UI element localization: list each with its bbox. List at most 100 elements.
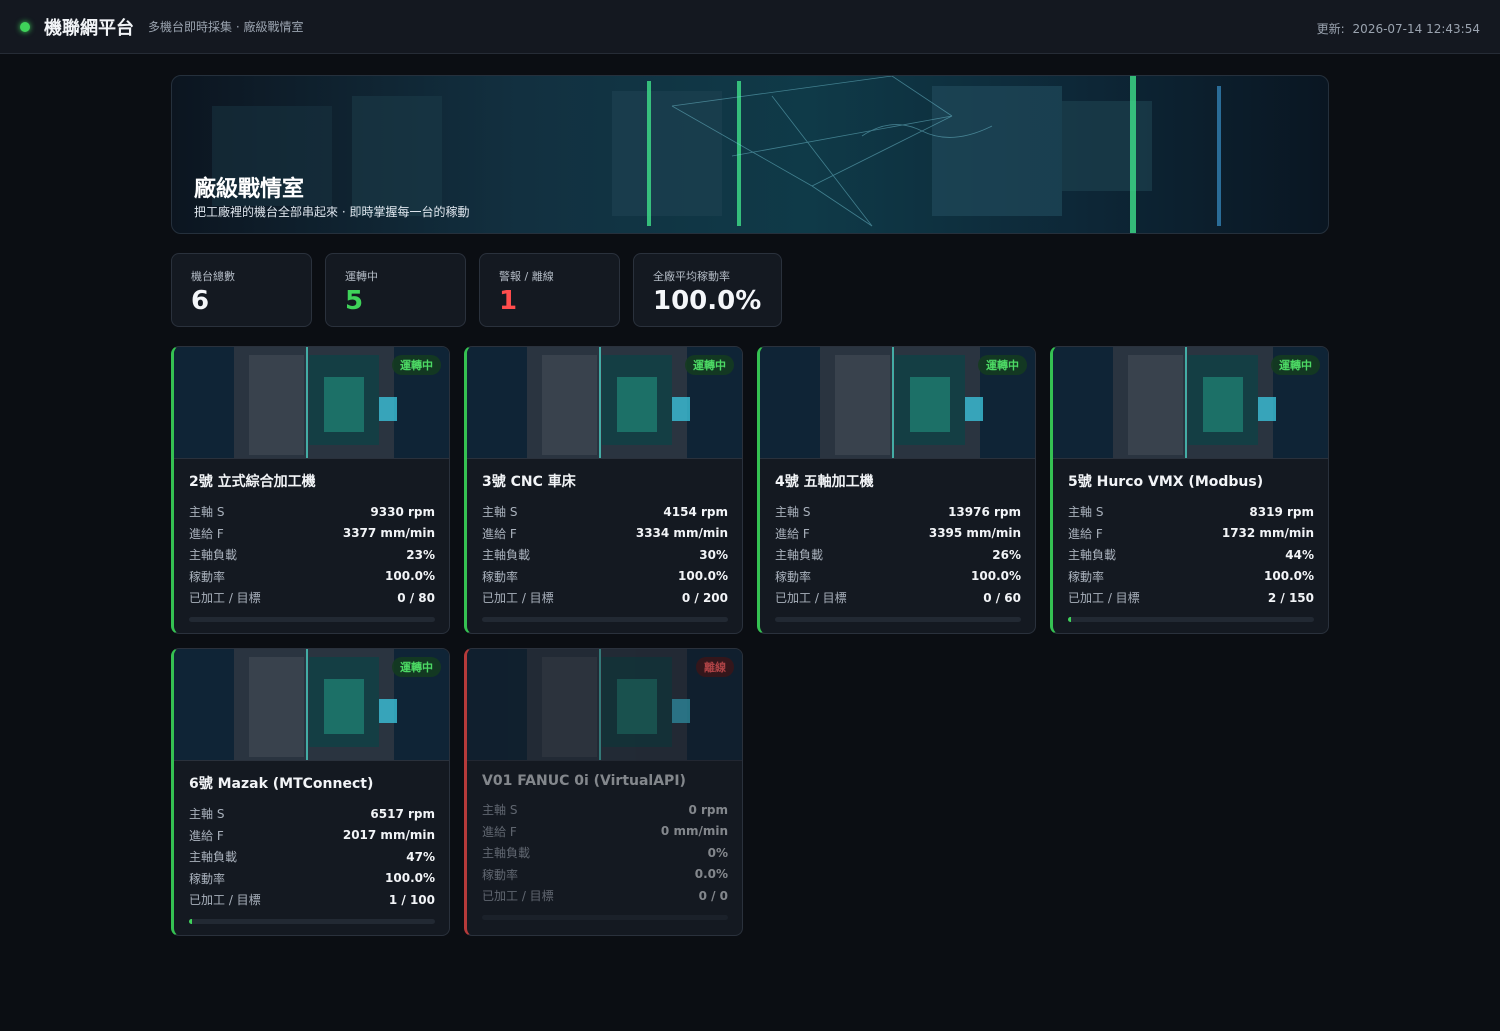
count-value: 0 / 80 <box>397 590 435 605</box>
feed-row: 進給 F 3334 mm/min <box>482 523 728 545</box>
feed-row: 進給 F 1732 mm/min <box>1068 523 1314 545</box>
count-row: 已加工 / 目標 0 / 200 <box>482 587 728 609</box>
machine-image: 運轉中 <box>174 347 449 459</box>
machine-image: 運轉中 <box>467 347 742 459</box>
load-row: 主軸負載 30% <box>482 544 728 566</box>
spindle-row: 主軸 S 4154 rpm <box>482 501 728 523</box>
load-value: 23% <box>406 547 435 562</box>
count-value: 1 / 100 <box>388 892 435 907</box>
machine-card[interactable]: 運轉中 2號 立式綜合加工機 主軸 S 9330 rpm 進給 F 3377 mm/… <box>171 346 450 634</box>
hero-title: 廠級戰情室 <box>194 177 305 202</box>
app-subtitle: 多機台即時採集 · 廠級戰情室 <box>148 20 304 34</box>
machine-card[interactable]: 運轉中 6號 Mazak (MTConnect) 主軸 S 6517 rpm 進給… <box>171 648 450 936</box>
machine-card[interactable]: 離線 V01 FANUC 0i (VirtualAPI) 主軸 S 0 rpm 進… <box>464 648 743 936</box>
count-label: 已加工 / 目標 <box>775 591 847 606</box>
spindle-row: 主軸 S 13976 rpm <box>775 501 1021 523</box>
stats-row: 機台總數 6 運轉中 5 警報 / 離線 1 全廠平均稼動率 100.0% <box>171 253 1329 327</box>
feed-value: 3395 mm/min <box>928 526 1021 541</box>
hero-subtitle: 把工廠裡的機台全部串起來 · 即時掌握每一台的稼動 <box>194 205 470 219</box>
feed-label: 進給 F <box>189 828 224 843</box>
machine-name: 5號 Hurco VMX (Modbus) <box>1068 474 1264 490</box>
production-progress-bar <box>482 914 728 920</box>
utilization-value: 0.0% <box>694 867 728 882</box>
status-badge: 運轉中 <box>392 355 441 375</box>
machine-image: 運轉中 <box>760 347 1035 459</box>
spindle-label: 主軸 S <box>482 803 518 818</box>
updated-timestamp: 2026-07-14 12:43:54 <box>1352 22 1480 36</box>
machine-name: 6號 Mazak (MTConnect) <box>189 776 374 792</box>
utilization-value: 100.0% <box>678 569 728 584</box>
count-row: 已加工 / 目標 0 / 80 <box>189 587 435 609</box>
production-progress-bar <box>775 616 1021 622</box>
feed-value: 2017 mm/min <box>342 828 435 843</box>
feed-value: 0 mm/min <box>660 824 728 839</box>
load-row: 主軸負載 26% <box>775 544 1021 566</box>
app-title: 機聯網平台 <box>44 17 134 39</box>
production-progress-bar <box>482 616 728 622</box>
status-badge: 運轉中 <box>978 355 1027 375</box>
machine-name: V01 FANUC 0i (VirtualAPI) <box>482 773 686 789</box>
online-status-icon <box>20 21 30 32</box>
stat-label: 機台總數 <box>191 270 235 283</box>
utilization-label: 稼動率 <box>1068 569 1105 584</box>
spindle-label: 主軸 S <box>1068 505 1104 520</box>
count-value: 0 / 0 <box>698 888 728 903</box>
utilization-label: 稼動率 <box>482 867 519 882</box>
utilization-value: 100.0% <box>971 569 1021 584</box>
load-value: 0% <box>707 845 728 860</box>
utilization-row: 稼動率 0.0% <box>482 864 728 886</box>
utilization-label: 稼動率 <box>482 569 519 584</box>
spindle-label: 主軸 S <box>775 505 811 520</box>
last-updated: 更新: 2026-07-14 12:43:54 <box>1313 20 1480 37</box>
spindle-label: 主軸 S <box>189 505 225 520</box>
spindle-value: 0 rpm <box>688 802 728 817</box>
machine-card[interactable]: 運轉中 5號 Hurco VMX (Modbus) 主軸 S 8319 rpm 進… <box>1050 346 1329 634</box>
stat-value: 100.0% <box>653 286 762 316</box>
status-badge: 運轉中 <box>685 355 734 375</box>
load-label: 主軸負載 <box>482 846 531 861</box>
utilization-label: 稼動率 <box>189 871 226 886</box>
load-value: 30% <box>699 547 728 562</box>
stat-total-machines: 機台總數 6 <box>171 253 312 327</box>
load-row: 主軸負載 0% <box>482 842 728 864</box>
spindle-value: 9330 rpm <box>370 504 435 519</box>
count-value: 0 / 60 <box>983 590 1021 605</box>
spindle-row: 主軸 S 8319 rpm <box>1068 501 1314 523</box>
feed-label: 進給 F <box>189 526 224 541</box>
status-badge: 運轉中 <box>1271 355 1320 375</box>
count-value: 0 / 200 <box>681 590 728 605</box>
machine-name: 2號 立式綜合加工機 <box>189 474 316 490</box>
count-label: 已加工 / 目標 <box>1068 591 1140 606</box>
load-value: 44% <box>1285 547 1314 562</box>
utilization-value: 100.0% <box>385 569 435 584</box>
load-label: 主軸負載 <box>189 548 238 563</box>
count-label: 已加工 / 目標 <box>189 893 261 908</box>
feed-label: 進給 F <box>775 526 810 541</box>
spindle-value: 6517 rpm <box>370 806 435 821</box>
feed-row: 進給 F 3395 mm/min <box>775 523 1021 545</box>
stat-value: 5 <box>345 286 364 316</box>
utilization-value: 100.0% <box>385 871 435 886</box>
machine-card[interactable]: 運轉中 3號 CNC 車床 主軸 S 4154 rpm 進給 F 3334 mm/m… <box>464 346 743 634</box>
feed-label: 進給 F <box>482 526 517 541</box>
spindle-row: 主軸 S 0 rpm <box>482 799 728 821</box>
feed-row: 進給 F 3377 mm/min <box>189 523 435 545</box>
load-row: 主軸負載 23% <box>189 544 435 566</box>
feed-value: 3334 mm/min <box>635 526 728 541</box>
utilization-row: 稼動率 100.0% <box>1068 566 1314 588</box>
load-row: 主軸負載 47% <box>189 846 435 868</box>
load-label: 主軸負載 <box>1068 548 1117 563</box>
machine-image: 運轉中 <box>174 649 449 761</box>
stat-avg-utilization: 全廠平均稼動率 100.0% <box>633 253 782 327</box>
spindle-value: 4154 rpm <box>663 504 728 519</box>
load-row: 主軸負載 44% <box>1068 544 1314 566</box>
progress-fill <box>189 918 192 924</box>
machine-card[interactable]: 運轉中 4號 五軸加工機 主軸 S 13976 rpm 進給 F 3395 mm/m… <box>757 346 1036 634</box>
machine-image: 運轉中 <box>1053 347 1328 459</box>
utilization-row: 稼動率 100.0% <box>189 868 435 890</box>
status-badge: 離線 <box>696 657 734 677</box>
stat-value: 6 <box>191 286 210 316</box>
count-label: 已加工 / 目標 <box>189 591 261 606</box>
stat-value: 1 <box>499 286 518 316</box>
production-progress-bar <box>1068 616 1314 622</box>
